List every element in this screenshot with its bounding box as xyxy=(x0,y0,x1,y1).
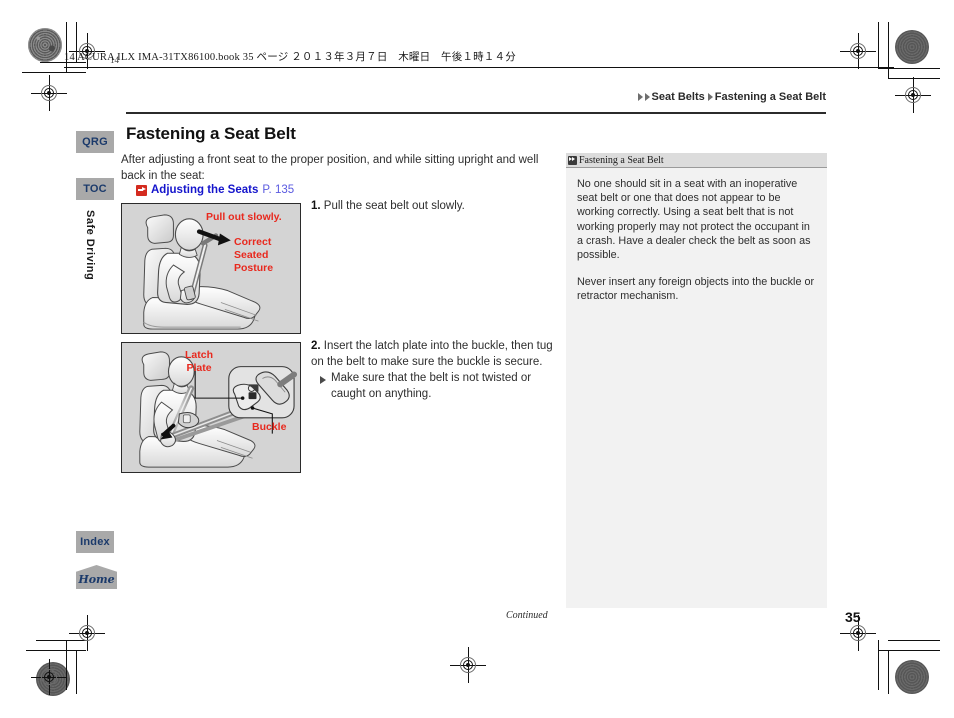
seated-posture-illustration: Pull out slowly. Correct Seated Posture xyxy=(121,203,301,334)
breadcrumb-item-seat-belts[interactable]: Seat Belts xyxy=(652,91,705,103)
double-chevron-icon xyxy=(568,155,577,165)
registration-target-tr-a xyxy=(840,33,876,69)
reference-title[interactable]: Adjusting the Seats xyxy=(151,184,258,196)
note-paragraph: No one should sit in a seat with an inop… xyxy=(577,178,811,262)
figure2-label-latch-plate: Latch Plate xyxy=(185,349,214,374)
cross-reference-link[interactable]: Adjusting the Seats P. 135 xyxy=(136,184,294,196)
figure1-label-pull-out-slowly: Pull out slowly. xyxy=(206,211,282,223)
latch-plate-buckle-illustration: Latch Plate Buckle xyxy=(121,342,301,473)
triangle-right-bullet-icon xyxy=(320,376,326,385)
sidebar-tab-qrg[interactable]: QRG xyxy=(76,131,114,153)
step-text: Insert the latch plate into the buckle, … xyxy=(311,340,553,368)
halftone-dot-top-right xyxy=(895,30,929,64)
reference-page[interactable]: P. 135 xyxy=(262,184,294,196)
triangle-right-icon xyxy=(637,93,643,101)
side-note-panel: Fastening a Seat Belt No one should sit … xyxy=(566,153,827,608)
registration-target-bottom-center xyxy=(450,647,486,683)
print-slug-rule xyxy=(64,67,894,68)
breadcrumb-item-current: Fastening a Seat Belt xyxy=(714,91,826,103)
note-panel-header: Fastening a Seat Belt xyxy=(566,153,827,168)
jump-to-page-icon xyxy=(136,184,147,196)
registration-target-bl-b xyxy=(31,659,67,695)
home-label: Home xyxy=(78,573,115,586)
breadcrumb: Seat Belts Fastening a Seat Belt xyxy=(637,91,826,103)
triangle-right-icon xyxy=(644,93,650,101)
step-item-1: 1. Pull the seat belt out slowly. xyxy=(311,199,561,215)
registration-target-tl-b xyxy=(31,75,67,111)
figure1-label-correct-seated-posture: Correct Seated Posture xyxy=(234,236,274,274)
halftone-dot-top-left xyxy=(28,28,62,62)
page-title: Fastening a Seat Belt xyxy=(126,124,296,143)
header-divider xyxy=(126,112,826,114)
print-slug-line: 14 ACURA ILX IMA-31TX86100.book 35 ページ ２… xyxy=(64,52,516,63)
sidebar-tab-index[interactable]: Index xyxy=(76,531,114,553)
page-number: 35 xyxy=(845,609,861,625)
step-text: Pull the seat belt out slowly. xyxy=(323,200,465,212)
figure2-label-buckle: Buckle xyxy=(252,421,287,433)
step-number: 1. xyxy=(311,200,321,212)
note-paragraph: Never insert any foreign objects into th… xyxy=(577,276,815,303)
halftone-dot-bottom-right xyxy=(895,660,929,694)
intro-paragraph: After adjusting a front seat to the prop… xyxy=(121,154,539,182)
triangle-right-icon xyxy=(707,93,713,101)
section-tab-safe-driving[interactable]: Safe Driving xyxy=(84,210,96,280)
step-item-2: 2. Insert the latch plate into the buckl… xyxy=(311,339,561,402)
step-substep: Make sure that the belt is not twisted o… xyxy=(311,371,561,402)
note-panel-body: No one should sit in a seat with an inop… xyxy=(566,168,827,304)
registration-target-tr-b xyxy=(895,77,931,113)
note-panel-title: Fastening a Seat Belt xyxy=(579,154,664,166)
sidebar-tab-home[interactable]: Home xyxy=(76,565,117,589)
sidebar-tab-toc[interactable]: TOC xyxy=(76,178,114,200)
halftone-dot-bottom-left xyxy=(36,662,70,696)
step-number: 2. xyxy=(311,340,321,352)
registration-target-bl-a xyxy=(69,615,105,651)
substep-text: Make sure that the belt is not twisted o… xyxy=(331,372,532,400)
continued-label: Continued xyxy=(506,610,548,621)
